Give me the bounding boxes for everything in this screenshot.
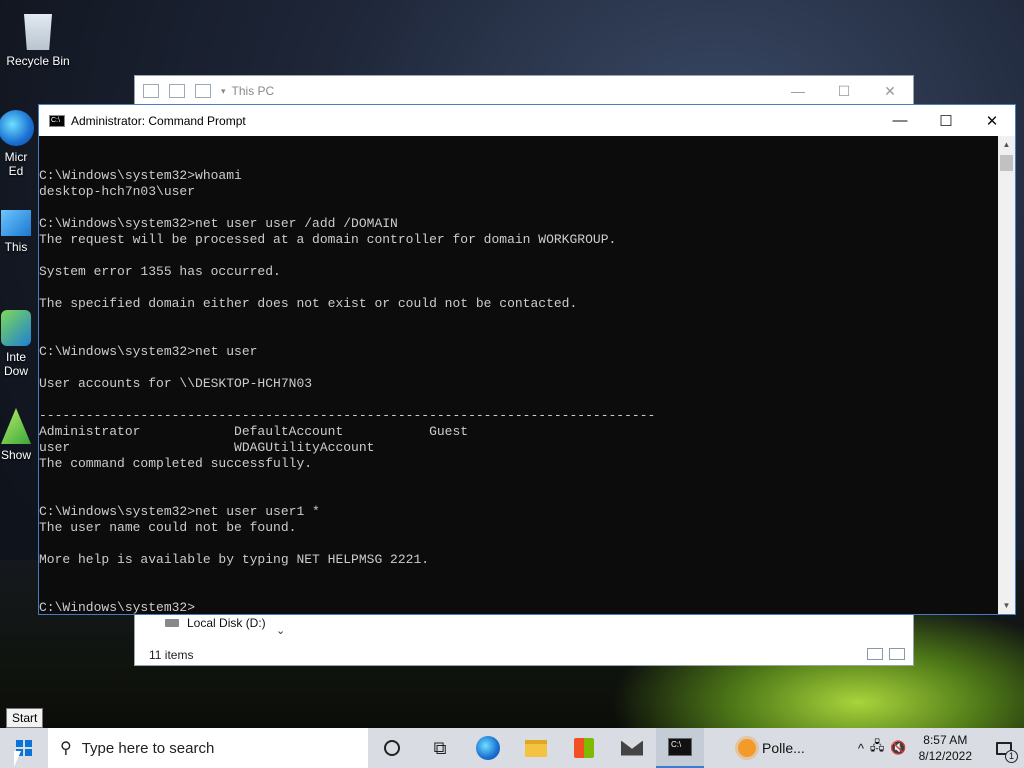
minimize-button[interactable]: — [877,105,923,136]
folder-icon [525,739,547,757]
recycle-bin-label: Recycle Bin [6,54,70,68]
minimize-button[interactable]: — [775,83,821,100]
local-disk-label: Local Disk (D:) [187,616,266,630]
cmd-output[interactable]: C:\Windows\system32>whoami desktop-hch7n0… [39,136,999,614]
cmd-line: The command completed successfully. [39,456,313,471]
cmd-line: The request will be processed at a domai… [39,232,617,247]
close-button[interactable]: ✕ [867,83,913,100]
taskbar-search-box[interactable]: ⚲ Type here to search [48,728,368,768]
scroll-up-icon[interactable]: ▲ [998,136,1015,153]
weather-widget[interactable]: Polle... [738,739,805,757]
weather-label: Polle... [762,740,805,756]
recycle-bin-icon[interactable]: Recycle Bin [2,10,74,68]
weather-sun-icon [738,739,756,757]
properties-icon[interactable] [169,84,185,98]
volume-muted-icon[interactable]: 🔇 [890,740,906,756]
cmd-icon: C:\ [668,738,692,756]
taskbar-edge[interactable] [464,728,512,768]
cmd-line: C:\Windows\system32>net user user /add /… [39,216,398,231]
chevron-down-icon[interactable]: ⌄ [276,624,285,637]
search-icon: ⚲ [60,740,72,757]
cmd-line [39,200,999,216]
chevron-up-icon[interactable]: ^ [858,741,864,756]
nav-item-local-disk[interactable]: Local Disk (D:) [165,616,266,630]
notification-center-button[interactable]: 1 [984,728,1024,768]
cmd-line [39,280,999,296]
explorer-titlebar[interactable]: ▾ This PC — ☐ ✕ [135,76,913,106]
start-tooltip: Start [6,708,44,728]
close-button[interactable]: ✕ [969,105,1015,136]
cmd-line: User accounts for \\DESKTOP-HCH7N03 [39,376,313,391]
cmd-line [39,328,999,344]
status-item-count: 11 items [149,648,194,662]
download-manager-icon [1,310,31,346]
edge-icon [476,736,500,760]
cmd-line: ----------------------------------------… [39,408,656,423]
task-view-button[interactable]: ⧉ [416,728,464,768]
maximize-button[interactable]: ☐ [821,83,867,100]
cmd-line: System error 1355 has occurred. [39,264,281,279]
maximize-button[interactable]: ☐ [923,105,969,136]
cmd-line: The specified domain either does not exi… [39,296,578,311]
cmd-line: user WDAGUtilityAccount [39,440,375,455]
cmd-line: Administrator DefaultAccount Guest [39,424,469,439]
cmd-line [39,536,999,552]
clock[interactable]: 8:57 AM 8/12/2022 [913,732,978,764]
cmd-line: C:\Windows\system32>whoami [39,168,242,183]
command-prompt-window[interactable]: C:\ Administrator: Command Prompt — ☐ ✕ … [38,104,1016,615]
mouse-cursor [14,751,21,767]
mail-icon [621,740,643,756]
chevron-down-icon[interactable]: ▾ [221,86,226,97]
taskbar: ⚲ Type here to search ⧉ C:\ Polle... ^ 🖧… [0,728,1024,768]
cmd-line: C:\Windows\system32>net user user1 * [39,504,320,519]
scroll-down-icon[interactable]: ▼ [998,597,1015,614]
cortana-button[interactable] [368,728,416,768]
cmd-line: C:\Windows\system32> [39,600,196,614]
taskbar-command-prompt[interactable]: C:\ [656,728,704,768]
cmd-line [39,392,999,408]
drive-icon [165,619,179,627]
cmd-line [39,312,999,328]
computer-icon [1,210,31,236]
taskbar-store[interactable] [560,728,608,768]
cmd-line: C:\Windows\system32>net user [39,344,258,359]
green-app-icon [1,408,31,444]
cmd-line [39,568,999,584]
cmd-line [39,472,999,488]
clock-date: 8/12/2022 [918,749,972,763]
system-tray: ^ 🖧 🔇 8:57 AM 8/12/2022 1 [858,728,1024,768]
explorer-title: This PC [231,84,275,98]
cmd-titlebar[interactable]: C:\ Administrator: Command Prompt — ☐ ✕ [39,105,1015,136]
cmd-line [39,488,999,504]
scroll-thumb[interactable] [1000,155,1013,171]
search-placeholder: Type here to search [81,739,215,757]
task-view-icon: ⧉ [433,737,447,758]
cmd-line [39,248,999,264]
store-icon [574,738,594,758]
start-button[interactable] [0,728,48,768]
details-view-icon[interactable] [867,648,883,660]
edge-icon [0,110,34,146]
trash-icon [24,14,52,50]
cmd-line [39,584,999,600]
taskbar-mail[interactable] [608,728,656,768]
taskbar-file-explorer[interactable] [512,728,560,768]
cmd-line: The user name could not be found. [39,520,297,535]
computer-icon [143,84,159,98]
cmd-app-icon: C:\ [49,114,65,127]
clock-time: 8:57 AM [923,733,968,747]
new-folder-icon[interactable] [195,84,211,98]
cmd-line [39,360,999,376]
cmd-line: desktop-hch7n03\user [39,184,196,199]
network-icon[interactable]: 🖧 [870,737,885,759]
vertical-scrollbar[interactable]: ▲ ▼ [998,136,1015,614]
large-icons-view-icon[interactable] [889,648,905,660]
cmd-line: More help is available by typing NET HEL… [39,552,430,567]
cortana-icon [384,740,400,756]
notification-count: 1 [1005,750,1018,763]
cmd-title: Administrator: Command Prompt [71,113,246,128]
